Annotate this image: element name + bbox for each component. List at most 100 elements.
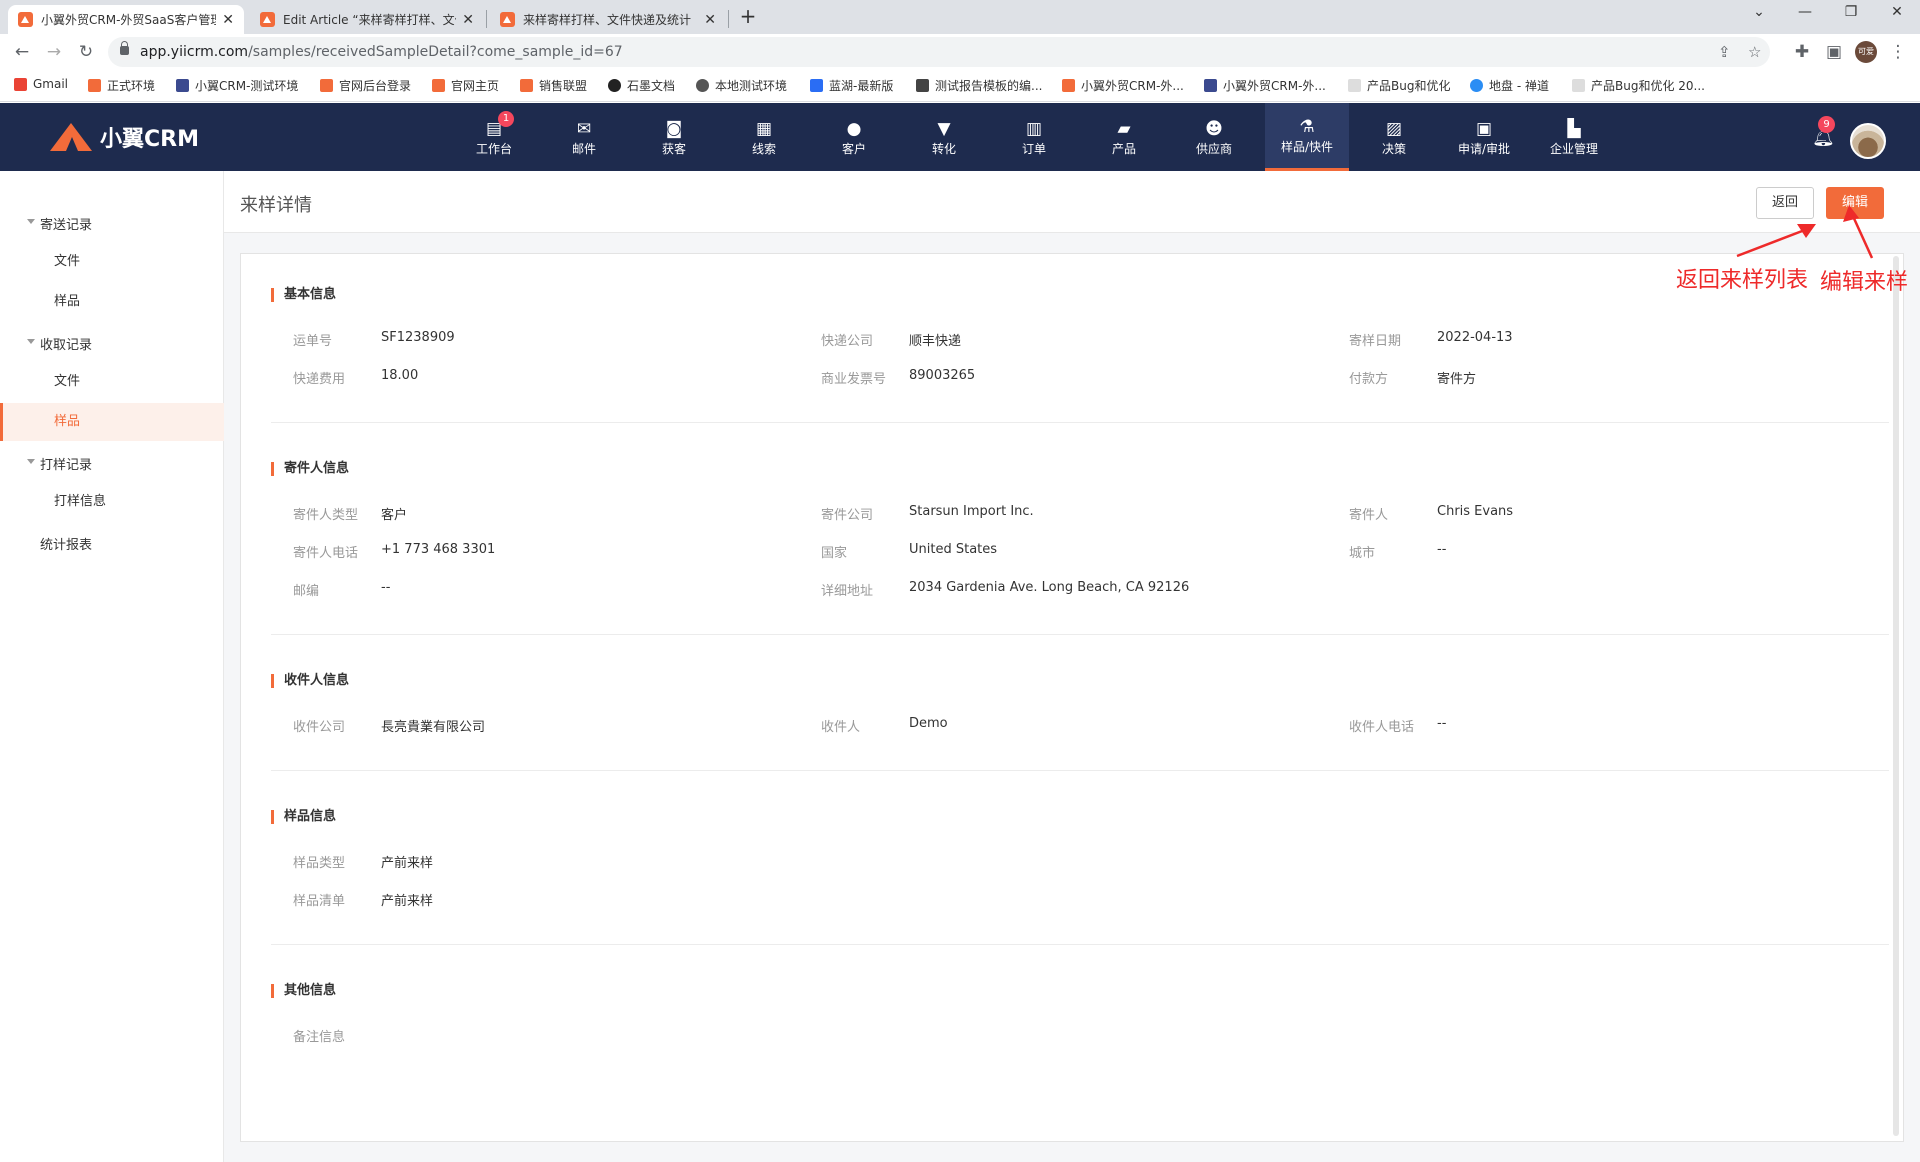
minimize-icon[interactable]: — xyxy=(1790,4,1820,20)
bookmark-item[interactable]: 产品Bug和优化 xyxy=(1348,77,1450,94)
bookmark-item[interactable]: 小翼外贸CRM-外... xyxy=(1204,77,1326,94)
sidebar-item-received-samples[interactable]: 样品 xyxy=(0,403,224,441)
side-panel-icon[interactable]: ▣ xyxy=(1822,42,1846,62)
sidebar-item-sent-files[interactable]: 文件 xyxy=(0,243,224,281)
nav-badge: 1 xyxy=(498,111,514,127)
nav-approvals[interactable]: ▣ 申请/审批 xyxy=(1448,103,1520,171)
bookmark-label: 小翼外贸CRM-外... xyxy=(1081,79,1184,93)
nav-label: 申请/审批 xyxy=(1457,141,1511,156)
bookmark-item[interactable]: 小翼CRM-测试环境 xyxy=(176,77,298,94)
bookmark-item[interactable]: 销售联盟 xyxy=(520,77,587,94)
avatar[interactable] xyxy=(1850,123,1886,159)
flask-icon: ⚗ xyxy=(1299,117,1315,137)
field-label: 商业发票号 xyxy=(821,372,887,387)
sidebar-group-proofing[interactable]: 打样记录 xyxy=(26,454,92,473)
bookmark-label: 小翼外贸CRM-外... xyxy=(1223,79,1326,93)
nav-acquire[interactable]: ◙ 获客 xyxy=(638,103,710,171)
scrollbar[interactable] xyxy=(1893,256,1899,1136)
section-divider xyxy=(271,944,1889,945)
sidebar: 寄送记录 文件 样品 收取记录 文件 样品 打样记录 打样信息 统计报表 xyxy=(0,171,224,1162)
section-divider xyxy=(271,634,1889,635)
section-title-other: 其他信息 xyxy=(271,984,336,998)
browser-tab-bar: 小翼外贸CRM-外贸SaaS客户管理 ✕ Edit Article “来样寄样打… xyxy=(0,0,1920,34)
bookmark-item[interactable]: 测试报告模板的编... xyxy=(916,77,1042,94)
browser-tab-active[interactable]: 小翼外贸CRM-外贸SaaS客户管理 ✕ xyxy=(8,5,244,34)
field-label: 付款方 xyxy=(1349,372,1389,387)
bookmark-item[interactable]: 蓝湖-最新版 xyxy=(810,77,893,94)
restore-icon[interactable]: ❐ xyxy=(1836,4,1866,20)
brand-name: 小翼CRM xyxy=(100,127,199,152)
nav-leads[interactable]: ▦ 线索 xyxy=(728,103,800,171)
field-label: 快递公司 xyxy=(821,334,874,349)
bookmark-item[interactable]: 地盘 - 禅道 xyxy=(1470,77,1549,94)
tab-search-icon[interactable]: ⌄ xyxy=(1744,4,1774,20)
bookmark-item[interactable]: 小翼外贸CRM-外... xyxy=(1062,77,1184,94)
address-bar[interactable]: app.yiicrm.com/samples/receivedSampleDet… xyxy=(108,37,1770,67)
sidebar-item-received-files[interactable]: 文件 xyxy=(0,363,224,401)
field-value: 2022-04-13 xyxy=(1437,330,1513,345)
gmail-icon xyxy=(14,77,27,91)
nav-decisions[interactable]: ▨ 决策 xyxy=(1358,103,1430,171)
zentao-icon xyxy=(1470,79,1483,92)
nav-mail[interactable]: ✉ 邮件 xyxy=(548,103,620,171)
reload-icon[interactable]: ↻ xyxy=(74,42,98,62)
nav-orders[interactable]: ▥ 订单 xyxy=(998,103,1070,171)
field-label: 国家 xyxy=(821,546,848,561)
product-icon: ▰ xyxy=(1117,118,1131,139)
field-value: 产前来样 xyxy=(381,894,434,909)
bookmark-item[interactable]: 石墨文档 xyxy=(608,77,675,94)
bookmark-label: 官网主页 xyxy=(451,79,500,93)
bookmark-item[interactable]: Gmail xyxy=(14,77,68,91)
annotation-back: 返回来样列表 xyxy=(1676,268,1809,293)
nav-samples[interactable]: ⚗ 样品/快件 xyxy=(1265,103,1349,171)
funnel-icon: ▼ xyxy=(937,118,951,139)
nav-products[interactable]: ▰ 产品 xyxy=(1088,103,1160,171)
brand-logo[interactable]: 小翼CRM xyxy=(48,121,199,153)
app-favicon-icon xyxy=(1204,79,1217,92)
nav-label: 样品/快件 xyxy=(1280,140,1334,154)
nav-conversion[interactable]: ▼ 转化 xyxy=(908,103,980,171)
bookmark-item[interactable]: 官网主页 xyxy=(432,77,499,94)
bookmark-item[interactable]: 产品Bug和优化 20... xyxy=(1572,77,1705,94)
field-value: Demo xyxy=(909,716,948,731)
menu-icon[interactable]: ⋮ xyxy=(1886,42,1910,62)
close-icon[interactable]: ✕ xyxy=(462,12,474,28)
window-close-icon[interactable]: ✕ xyxy=(1882,4,1912,20)
building-icon: ▙ xyxy=(1567,118,1581,139)
nav-workbench[interactable]: ▤ 工作台 1 xyxy=(458,103,530,171)
close-icon[interactable]: ✕ xyxy=(704,12,716,28)
bookmark-label: 地盘 - 禅道 xyxy=(1489,79,1549,93)
sidebar-item-reports[interactable]: 统计报表 xyxy=(40,534,92,553)
supplier-icon: ☻ xyxy=(1205,118,1223,139)
sidebar-group-sent[interactable]: 寄送记录 xyxy=(26,214,92,233)
share-icon[interactable]: ⇪ xyxy=(1718,43,1731,61)
sidebar-item-proofing-info[interactable]: 打样信息 xyxy=(0,483,224,521)
browser-tab[interactable]: 来样寄样打样、文件快递及统计 ✕ xyxy=(490,5,726,34)
field-value: SF1238909 xyxy=(381,330,455,345)
nav-suppliers[interactable]: ☻ 供应商 xyxy=(1178,103,1250,171)
profile-avatar[interactable]: 可爱 xyxy=(1855,41,1877,63)
edit-button[interactable]: 编辑 xyxy=(1826,187,1884,219)
nav-enterprise[interactable]: ▙ 企业管理 xyxy=(1538,103,1610,171)
app-favicon-icon xyxy=(18,12,33,27)
sidebar-group-received[interactable]: 收取记录 xyxy=(26,334,92,353)
chart-icon: ▨ xyxy=(1385,118,1403,139)
sidebar-item-sent-samples[interactable]: 样品 xyxy=(0,283,224,321)
bookmark-label: 产品Bug和优化 xyxy=(1367,79,1451,93)
field-value: 产前来样 xyxy=(381,856,434,871)
nav-label: 企业管理 xyxy=(1549,141,1598,156)
nav-customers[interactable]: ● 客户 xyxy=(818,103,890,171)
bookmark-item[interactable]: 本地测试环境 xyxy=(696,77,787,94)
star-icon[interactable]: ☆ xyxy=(1748,43,1761,61)
new-tab-button[interactable]: + xyxy=(733,4,763,28)
bookmark-item[interactable]: 正式环境 xyxy=(88,77,155,94)
close-icon[interactable]: ✕ xyxy=(222,12,234,28)
back-button[interactable]: 返回 xyxy=(1756,187,1814,219)
browser-tab[interactable]: Edit Article “来样寄样打样、文件 ✕ xyxy=(250,5,484,34)
bookmark-item[interactable]: 官网后台登录 xyxy=(320,77,411,94)
back-arrow-icon[interactable]: ← xyxy=(10,42,34,62)
app-header: 小翼CRM ▤ 工作台 1 ✉ 邮件 ◙ 获客 ▦ 线索 ● 客户 ▼ 转化 ▥ 订单 ▰ 产… xyxy=(0,103,1920,171)
extensions-icon[interactable]: ✚ xyxy=(1790,42,1814,62)
field-label: 寄件人电话 xyxy=(293,546,359,561)
forward-arrow-icon[interactable]: → xyxy=(42,42,66,62)
